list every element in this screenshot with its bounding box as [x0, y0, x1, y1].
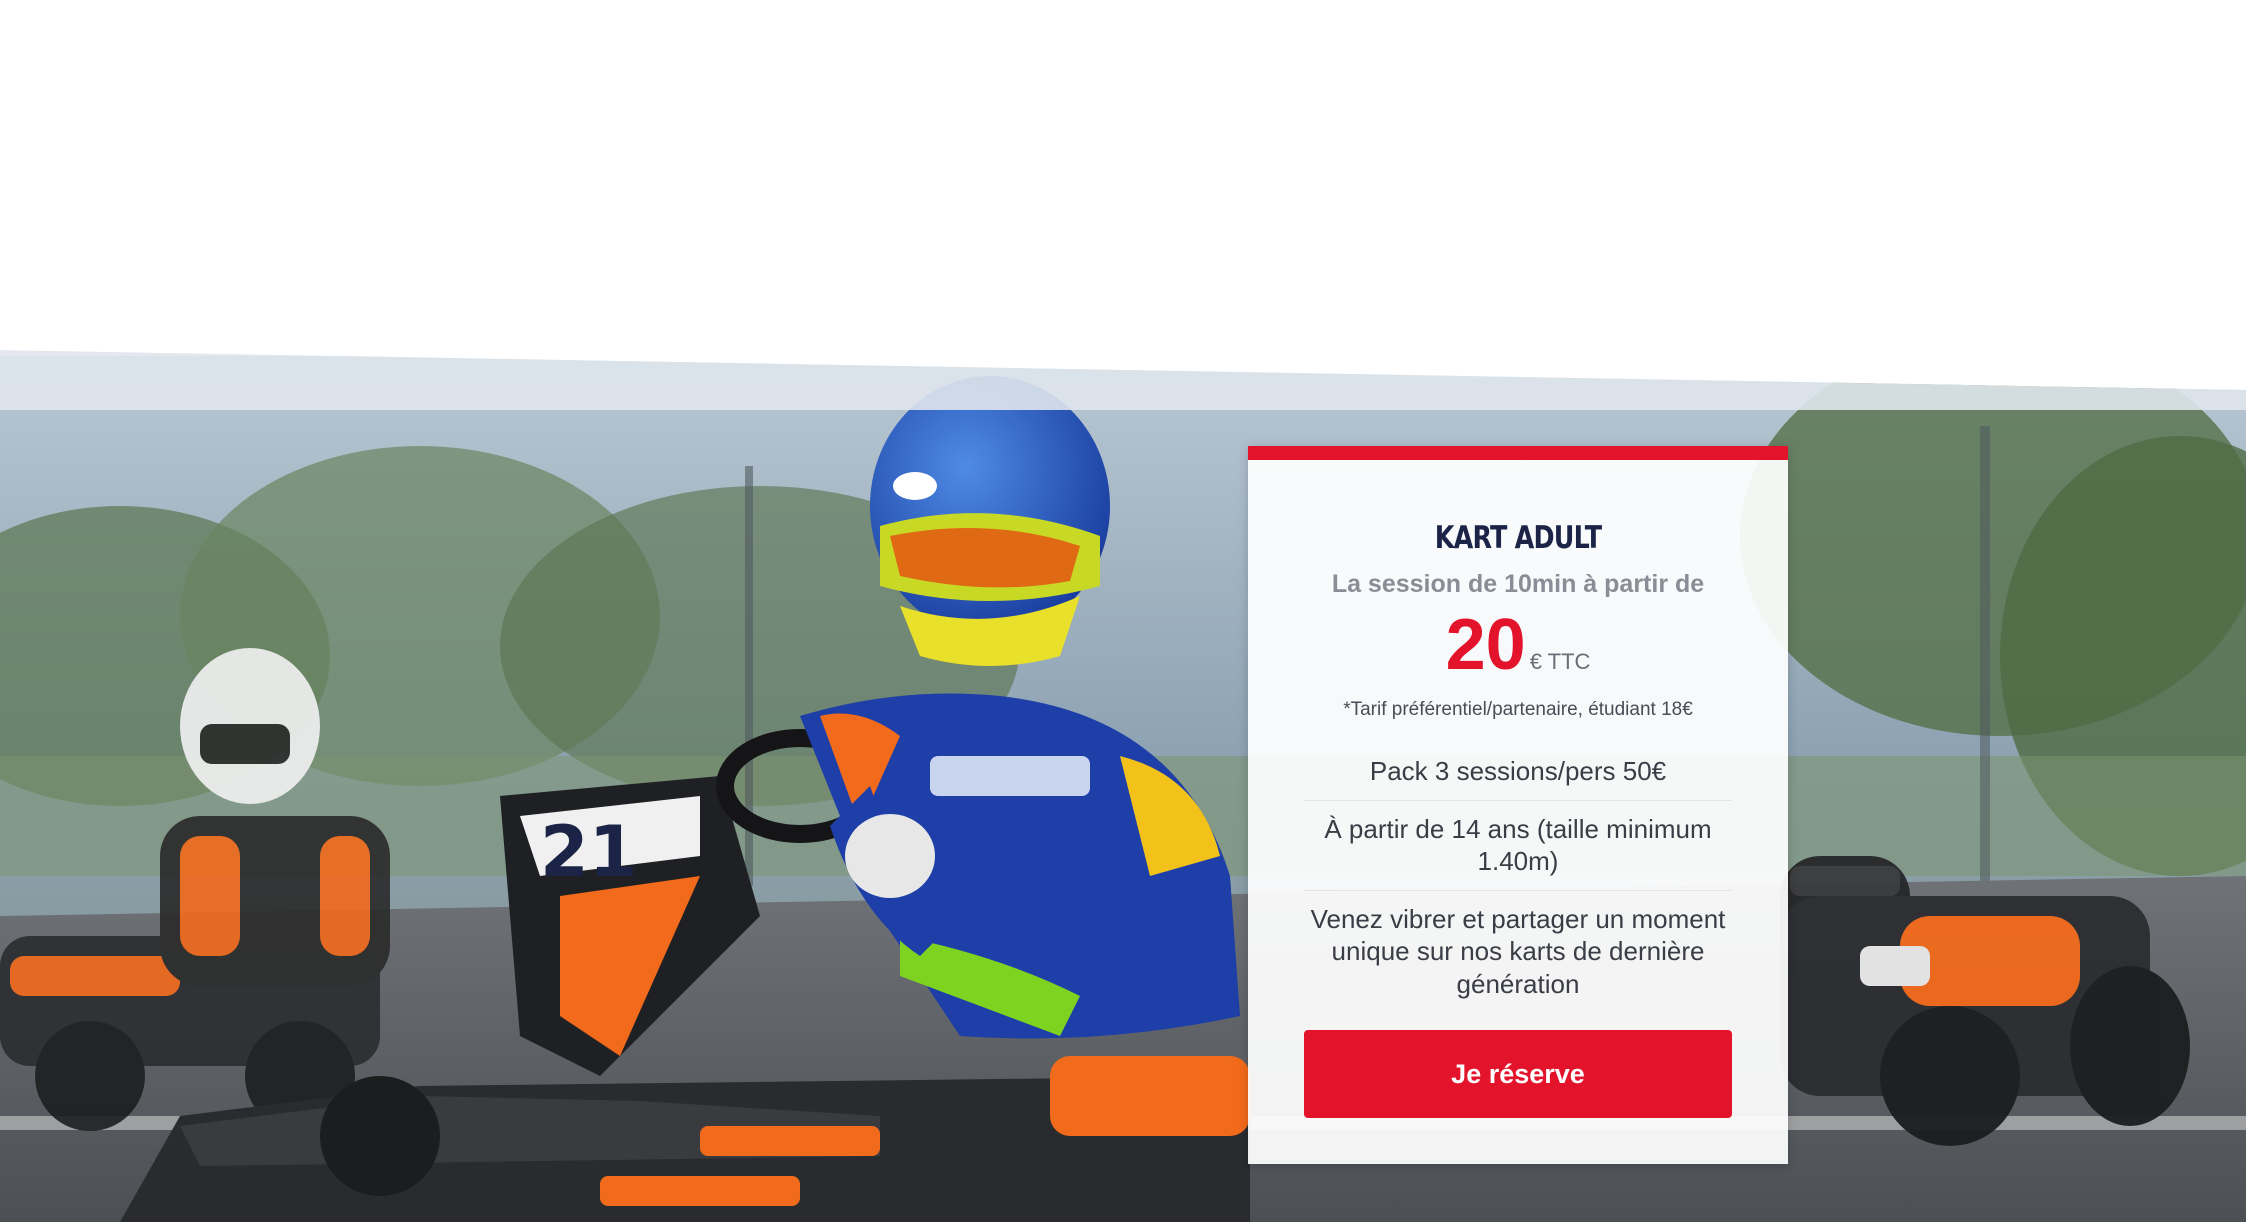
- price-unit: € TTC: [1529, 649, 1591, 674]
- hero-karting-photo: 21: [0, 356, 2246, 1222]
- price-note: *Tarif préférentiel/partenaire, étudiant…: [1343, 699, 1693, 720]
- offer-title: KART ADULT: [1434, 520, 1602, 556]
- price-amount: 20: [1445, 605, 1526, 685]
- feature-item-description: Venez vibrer et partager un moment uniqu…: [1310, 903, 1726, 999]
- karting-scene-illustration: 21: [0, 356, 2246, 1222]
- page: 21 KART ADULT La session de 10min à part…: [0, 0, 2246, 1222]
- kart-number-plate: 21: [540, 811, 637, 893]
- offer-subtitle: La session de 10min à partir de: [1331, 570, 1705, 598]
- feature-item-age: À partir de 14 ans (taille minimum 1.40m…: [1304, 801, 1732, 891]
- feature-item-pack: Pack 3 sessions/pers 50€: [1304, 743, 1732, 801]
- book-button[interactable]: Je réserve: [1304, 1030, 1732, 1118]
- price-row: 20 € TTC: [1304, 609, 1732, 681]
- offer-card: KART ADULT La session de 10min à partir …: [1248, 446, 1788, 1164]
- hero-top-edge: [0, 350, 2246, 410]
- feature-list: Pack 3 sessions/pers 50€ À partir de 14 …: [1304, 743, 1732, 1012]
